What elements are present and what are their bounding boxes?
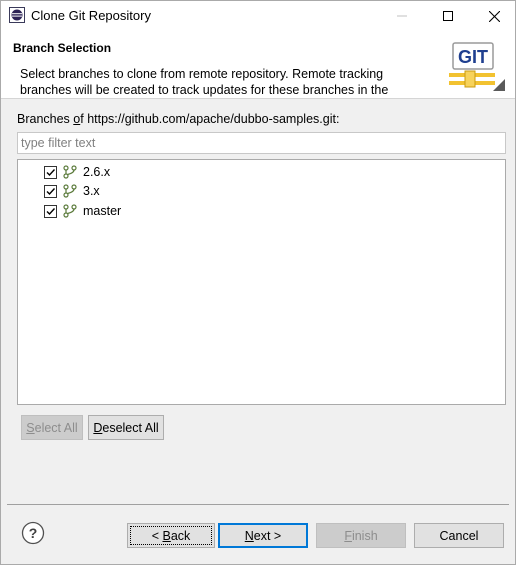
close-button[interactable] xyxy=(471,1,516,31)
title-bar[interactable]: Clone Git Repository xyxy=(1,1,515,31)
branch-item[interactable]: 3.x xyxy=(44,182,100,200)
checkmark-icon xyxy=(46,187,56,195)
help-icon[interactable]: ? xyxy=(21,521,45,545)
git-logo-icon: GIT xyxy=(449,42,505,91)
git-branch-icon xyxy=(63,184,77,198)
clone-git-repository-dialog: Clone Git Repository Branch Selection Se… xyxy=(0,0,516,565)
minimize-button[interactable] xyxy=(379,1,425,31)
window-title: Clone Git Repository xyxy=(31,8,151,23)
branch-checkbox[interactable] xyxy=(44,204,57,218)
maximize-icon xyxy=(443,11,453,21)
close-icon xyxy=(488,10,500,22)
branch-checkbox[interactable] xyxy=(44,165,57,179)
branch-label: 3.x xyxy=(83,184,100,198)
svg-text:?: ? xyxy=(29,525,38,541)
checkmark-icon xyxy=(46,168,56,176)
branch-label: 2.6.x xyxy=(83,165,111,179)
git-branch-icon xyxy=(63,165,77,179)
branches-label: Branches of https://github.com/apache/du… xyxy=(17,112,340,126)
wizard-header-banner: Branch Selection Select branches to clon… xyxy=(1,31,515,99)
branch-label: master xyxy=(83,204,122,218)
branch-filter-input[interactable] xyxy=(17,132,506,154)
maximize-button[interactable] xyxy=(425,1,471,31)
minimize-icon xyxy=(397,15,407,17)
svg-text:GIT: GIT xyxy=(458,47,488,67)
finish-button[interactable]: Finish xyxy=(316,523,406,548)
branch-checkbox-list[interactable]: 2.6.x 3.x master xyxy=(17,159,506,405)
deselect-all-button[interactable]: Deselect All xyxy=(88,415,164,440)
back-button[interactable]: < Back xyxy=(127,523,215,548)
page-title: Branch Selection xyxy=(13,41,112,55)
select-all-button[interactable]: Select All xyxy=(21,415,83,440)
branch-checkbox[interactable] xyxy=(44,184,57,198)
cancel-button[interactable]: Cancel xyxy=(414,523,504,548)
branch-item[interactable]: 2.6.x xyxy=(44,163,110,181)
next-button[interactable]: Next > xyxy=(218,523,308,548)
page-description: Select branches to clone from remote rep… xyxy=(20,67,389,97)
eclipse-app-icon xyxy=(9,7,25,23)
footer-divider xyxy=(7,504,509,505)
checkmark-icon xyxy=(46,207,56,215)
branch-item[interactable]: master xyxy=(44,202,121,220)
git-branch-icon xyxy=(63,204,77,218)
